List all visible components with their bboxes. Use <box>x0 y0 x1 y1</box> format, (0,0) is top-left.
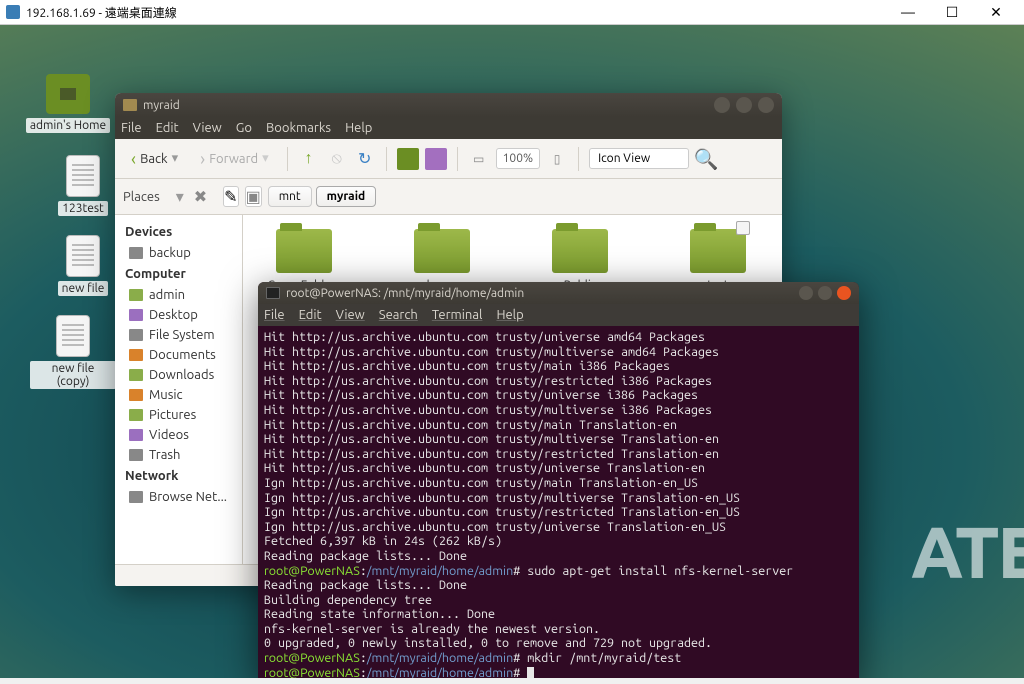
sidebar-item-admin[interactable]: admin <box>115 285 242 305</box>
desktop-icon-new-file[interactable]: new file <box>40 235 126 296</box>
host-window-title: 192.168.1.69 - 遠端桌面連線 <box>26 4 177 21</box>
wallpaper-text-fragment: ATE <box>911 511 1024 592</box>
minimize-button[interactable]: — <box>886 0 930 24</box>
fm-minimize-button[interactable] <box>714 97 730 113</box>
computer-button[interactable] <box>425 148 447 170</box>
fm-menubar: File Edit View Go Bookmarks Help <box>115 117 782 139</box>
sidebar-item-music[interactable]: Music <box>115 385 242 405</box>
chevron-left-icon: ‹ <box>131 149 136 169</box>
folder-icon <box>129 449 143 461</box>
sidebar-item-trash[interactable]: Trash <box>115 445 242 465</box>
fm-maximize-button[interactable] <box>736 97 752 113</box>
sidebar-item-backup[interactable]: backup <box>115 243 242 263</box>
chevron-right-icon: › <box>200 149 205 169</box>
breadcrumb-mnt[interactable]: mnt <box>268 186 312 207</box>
folder-icon <box>123 99 137 111</box>
zoom-out-button[interactable]: ▭ <box>468 148 490 170</box>
edit-path-button[interactable]: ✎ <box>223 186 238 207</box>
sidebar-header-computer: Computer <box>115 263 242 285</box>
desktop-icon-123test[interactable]: 123test <box>40 155 126 216</box>
term-close-button[interactable] <box>837 286 851 300</box>
folder-icon <box>552 229 608 273</box>
folder-icon <box>129 409 143 421</box>
sidebar-item-desktop[interactable]: Desktop <box>115 305 242 325</box>
term-minimize-button[interactable] <box>799 286 813 300</box>
term-menu-help[interactable]: Help <box>496 308 523 322</box>
zoom-level[interactable]: 100% <box>496 148 540 169</box>
stop-button[interactable]: ⦸ <box>326 148 348 170</box>
term-titlebar[interactable]: root@PowerNAS: /mnt/myraid/home/admin <box>258 282 859 304</box>
folder-icon <box>129 329 143 341</box>
fm-titlebar[interactable]: myraid <box>115 93 782 117</box>
fm-menu-go[interactable]: Go <box>236 121 252 135</box>
up-button[interactable]: ↑ <box>298 148 320 170</box>
term-menu-search[interactable]: Search <box>379 308 418 322</box>
zoom-in-button[interactable]: ▯ <box>546 148 568 170</box>
terminal-window: root@PowerNAS: /mnt/myraid/home/admin Fi… <box>258 282 859 678</box>
lock-icon <box>736 221 750 235</box>
reload-button[interactable]: ↻ <box>354 148 376 170</box>
fm-title: myraid <box>143 99 180 112</box>
fm-menu-help[interactable]: Help <box>345 121 372 135</box>
forward-button[interactable]: ›Forward ▾ <box>192 145 277 173</box>
folder-icon <box>129 349 143 361</box>
host-window-titlebar: 192.168.1.69 - 遠端桌面連線 — ☐ ✕ <box>0 0 1024 25</box>
term-menu-edit[interactable]: Edit <box>299 308 322 322</box>
desktop-icon-admin-s-Home[interactable]: admin's Home <box>25 74 111 133</box>
term-menu-terminal[interactable]: Terminal <box>432 308 483 322</box>
close-sidebar-icon[interactable]: ✖ <box>194 187 207 206</box>
fm-menu-edit[interactable]: Edit <box>156 121 179 135</box>
folder-icon <box>276 229 332 273</box>
home-icon <box>46 74 90 114</box>
folder-icon <box>129 429 143 441</box>
fm-location-bar: Places ▾ ✖ ✎ ▣ mntmyraid <box>115 179 782 215</box>
fm-menu-bookmarks[interactable]: Bookmarks <box>266 121 331 135</box>
desktop-icon-new-file-copy-[interactable]: new file (copy) <box>30 315 116 389</box>
rdp-icon <box>6 5 20 19</box>
sidebar-item-file-system[interactable]: File System <box>115 325 242 345</box>
fm-sidebar: DevicesbackupComputeradminDesktopFile Sy… <box>115 215 243 564</box>
view-mode-select[interactable]: Icon View <box>589 148 689 169</box>
sidebar-item-videos[interactable]: Videos <box>115 425 242 445</box>
folder-icon <box>129 309 143 321</box>
back-button[interactable]: ‹Back ▾ <box>123 145 186 173</box>
folder-icon <box>129 289 143 301</box>
folder-icon <box>129 491 143 503</box>
breadcrumb-myraid[interactable]: myraid <box>316 186 377 207</box>
term-title: root@PowerNAS: /mnt/myraid/home/admin <box>286 287 524 300</box>
doc-icon <box>66 235 100 277</box>
folder-icon <box>690 229 746 273</box>
folder-icon <box>414 229 470 273</box>
home-button[interactable] <box>397 148 419 170</box>
maximize-button[interactable]: ☐ <box>930 0 974 24</box>
places-label[interactable]: Places <box>123 190 170 204</box>
sidebar-item-documents[interactable]: Documents <box>115 345 242 365</box>
sidebar-item-downloads[interactable]: Downloads <box>115 365 242 385</box>
folder-icon <box>129 369 143 381</box>
terminal-icon <box>266 287 280 299</box>
term-output[interactable]: Hit http://us.archive.ubuntu.com trusty/… <box>258 326 859 678</box>
search-button[interactable]: 🔍 <box>695 148 717 170</box>
fm-close-button[interactable] <box>758 97 774 113</box>
sidebar-header-devices: Devices <box>115 221 242 243</box>
remote-desktop: admin's Home 123test new file new file (cop… <box>0 25 1024 678</box>
term-menubar: File Edit View Search Terminal Help <box>258 304 859 326</box>
doc-icon <box>66 155 100 197</box>
folder-icon <box>129 389 143 401</box>
term-menu-file[interactable]: File <box>264 308 285 322</box>
sidebar-item-browse-net-[interactable]: Browse Net... <box>115 487 242 507</box>
term-maximize-button[interactable] <box>818 286 832 300</box>
root-crumb[interactable]: ▣ <box>245 186 262 207</box>
fm-toolbar: ‹Back ▾ ›Forward ▾ ↑ ⦸ ↻ ▭ 100% ▯ Icon V… <box>115 139 782 179</box>
close-button[interactable]: ✕ <box>974 0 1018 24</box>
sidebar-header-network: Network <box>115 465 242 487</box>
sidebar-item-pictures[interactable]: Pictures <box>115 405 242 425</box>
fm-menu-view[interactable]: View <box>193 121 222 135</box>
folder-icon <box>129 247 143 259</box>
doc-icon <box>56 315 90 357</box>
fm-menu-file[interactable]: File <box>121 121 142 135</box>
term-menu-view[interactable]: View <box>336 308 365 322</box>
